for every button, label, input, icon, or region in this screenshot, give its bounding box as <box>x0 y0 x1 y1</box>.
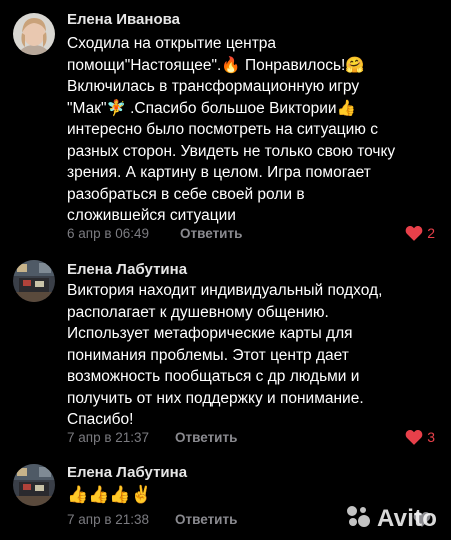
room-photo-avatar-icon <box>13 260 55 302</box>
comment-author[interactable]: Елена Лабутина <box>67 464 187 481</box>
comment-author[interactable]: Елена Лабутина <box>67 261 187 278</box>
reply-button[interactable]: Ответить <box>175 430 237 445</box>
avatar[interactable] <box>13 13 55 55</box>
comment-timestamp: 6 апр в 06:49 <box>67 226 150 241</box>
comment-timestamp: 7 апр в 21:37 <box>67 430 150 445</box>
like-count: 3 <box>427 429 435 445</box>
room-photo-avatar-icon <box>13 464 55 506</box>
avito-watermark: Avito <box>345 503 437 534</box>
avito-dots-icon <box>345 503 371 534</box>
like-button[interactable]: 2 <box>405 225 435 241</box>
comment-text: Сходила на открытие центра помощи"Настоя… <box>67 35 396 224</box>
woman-portrait-avatar-icon <box>13 13 55 55</box>
like-count: 2 <box>427 225 435 241</box>
reply-button[interactable]: Ответить <box>175 512 237 527</box>
reply-button[interactable]: Ответить <box>180 226 242 241</box>
comment-author[interactable]: Елена Иванова <box>67 11 180 28</box>
heart-icon <box>405 225 423 241</box>
avatar[interactable] <box>13 464 55 506</box>
heart-icon <box>405 429 423 445</box>
comment-text: Виктория находит индивидуальный подход, … <box>67 282 383 428</box>
like-button[interactable]: 3 <box>405 429 435 445</box>
avito-watermark-text: Avito <box>377 504 438 532</box>
comment-timestamp: 7 апр в 21:38 <box>67 512 150 527</box>
avatar[interactable] <box>13 260 55 302</box>
